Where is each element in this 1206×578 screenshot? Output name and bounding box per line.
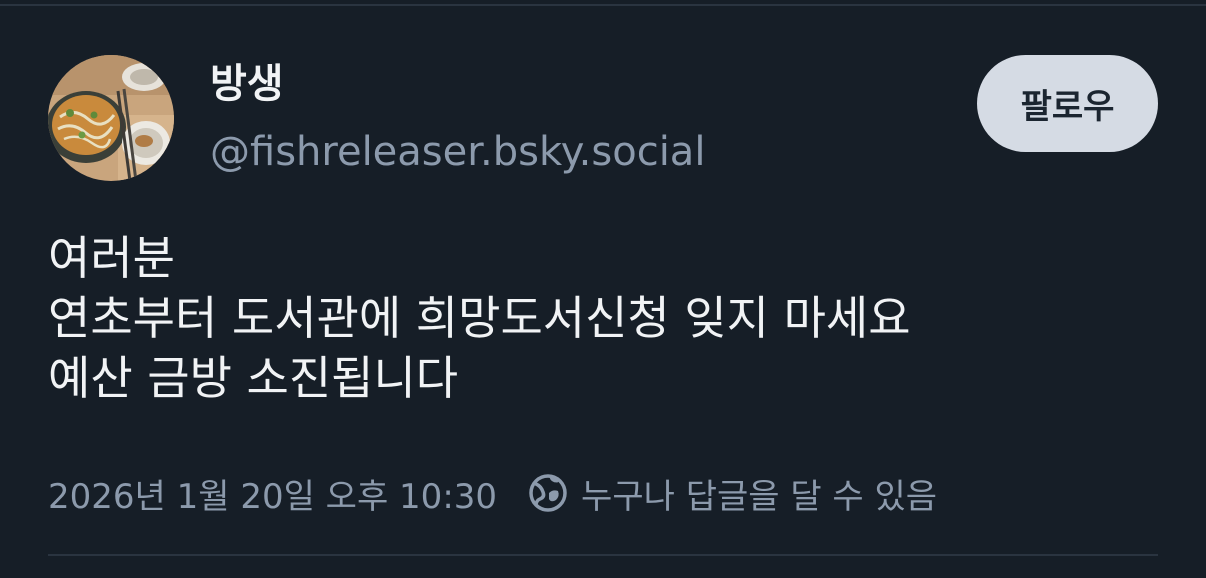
globe-icon	[527, 472, 569, 514]
post-meta: 2026년 1월 20일 오후 10:30 누구나 답글을 달 수 있음	[48, 468, 937, 518]
bottom-divider	[48, 554, 1158, 556]
post-line: 예산 금방 소진됩니다	[48, 351, 459, 405]
follow-button[interactable]: 팔로우	[977, 55, 1158, 152]
post-timestamp[interactable]: 2026년 1월 20일 오후 10:30	[48, 469, 497, 518]
avatar[interactable]	[48, 55, 174, 181]
author-handle[interactable]: @fishreleaser.bsky.social	[210, 126, 705, 178]
food-photo-avatar-icon	[48, 55, 174, 181]
reply-setting-label: 누구나 답글을 달 수 있음	[581, 476, 938, 517]
top-divider	[0, 4, 1206, 6]
post-text: 여러분 연초부터 도서관에 희망도서신청 잊지 마세요 예산 금방 소진됩니다	[48, 228, 1158, 408]
author-display-name[interactable]: 방생	[210, 58, 284, 110]
post-line: 연초부터 도서관에 희망도서신청 잊지 마세요	[48, 291, 911, 345]
post-line: 여러분	[48, 231, 175, 285]
